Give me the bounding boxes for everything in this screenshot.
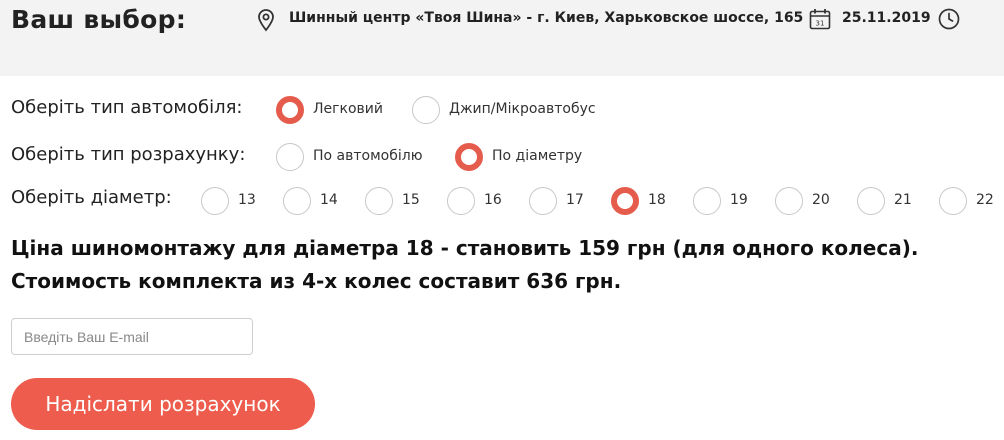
calendar-icon: 31 [808,7,832,35]
radio-calc-by-diameter[interactable] [455,143,483,171]
radio-diameter-19[interactable] [693,187,721,215]
calendar-day-number: 31 [816,20,825,28]
send-calculation-button[interactable]: Надіслати розрахунок [11,378,315,430]
vehicle-option-car-label[interactable]: Легковий [313,101,383,117]
radio-diameter-20[interactable] [775,187,803,215]
price-set-total-text: Стоимость комплекта из 4-х колес состави… [11,269,622,293]
email-input[interactable] [11,318,253,355]
diameter-option-15-label[interactable]: 15 [402,192,420,208]
calc-option-by-diameter-label[interactable]: По діаметру [492,148,582,164]
radio-vehicle-jeep[interactable] [412,96,440,124]
radio-diameter-16[interactable] [447,187,475,215]
diameter-option-16-label[interactable]: 16 [484,192,502,208]
radio-diameter-21[interactable] [857,187,885,215]
radio-calc-by-vehicle[interactable] [276,143,304,171]
diameter-option-22-label[interactable]: 22 [976,192,994,208]
selected-date: 25.11.2019 [842,10,931,26]
diameter-option-20-label[interactable]: 20 [812,192,830,208]
map-pin-icon [256,8,276,36]
radio-vehicle-car[interactable] [276,96,304,124]
radio-diameter-15[interactable] [365,187,393,215]
price-per-wheel-text: Ціна шиномонтажу для діаметра 18 - стано… [11,236,919,260]
clock-icon[interactable] [937,7,961,35]
calc-type-label: Оберіть тип розрахунку: [11,144,246,165]
diameter-option-18-label[interactable]: 18 [648,192,666,208]
diameter-label: Оберіть діаметр: [11,187,172,208]
diameter-option-21-label[interactable]: 21 [894,192,912,208]
diameter-option-13-label[interactable]: 13 [238,192,256,208]
page-title: Ваш выбор: [11,5,187,34]
calc-option-by-vehicle-label[interactable]: По автомобілю [313,148,422,164]
radio-diameter-17[interactable] [529,187,557,215]
radio-diameter-22[interactable] [939,187,967,215]
radio-diameter-18[interactable] [611,187,639,215]
vehicle-type-label: Оберіть тип автомобіля: [11,97,243,118]
selection-header: Ваш выбор: Шинный центр «Твоя Шина» - г.… [0,0,1004,76]
radio-diameter-14[interactable] [283,187,311,215]
diameter-option-17-label[interactable]: 17 [566,192,584,208]
radio-diameter-13[interactable] [201,187,229,215]
service-location: Шинный центр «Твоя Шина» - г. Киев, Харь… [289,10,804,26]
vehicle-option-jeep-label[interactable]: Джип/Мікроавтобус [449,101,596,117]
diameter-option-14-label[interactable]: 14 [320,192,338,208]
diameter-option-19-label[interactable]: 19 [730,192,748,208]
